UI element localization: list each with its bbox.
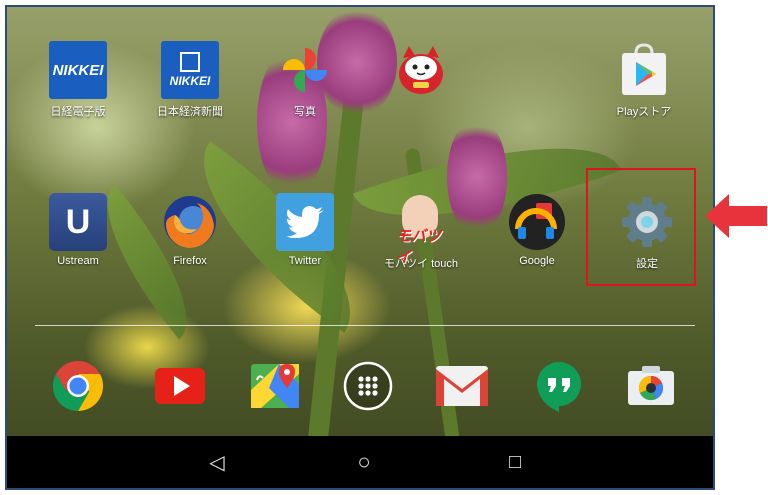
app-twitter[interactable]: Twitter (265, 193, 345, 267)
app-label: Twitter (288, 255, 322, 267)
paper-glyph (180, 52, 200, 72)
chrome-icon (49, 357, 107, 415)
app-label: Firefox (173, 255, 207, 267)
settings-highlight-box (586, 168, 696, 286)
dock-camera[interactable] (611, 357, 691, 415)
app-nikkei-newspaper[interactable]: NIKKEI 日本経済新聞 (150, 41, 230, 119)
gmail-icon (433, 357, 491, 415)
app-mobatsui[interactable]: モバツイ モバツイ touch (381, 193, 461, 271)
play-store-icon (615, 41, 673, 99)
app-label: 日本経済新聞 (157, 106, 223, 118)
youtube-icon (151, 357, 209, 415)
daruma-cat-icon (392, 41, 450, 99)
app-label: 写真 (294, 106, 316, 118)
app-drawer-icon (339, 357, 397, 415)
pointer-arrow-icon (705, 194, 767, 238)
dock-gmail[interactable] (422, 357, 502, 415)
app-play-store[interactable]: Playストア (604, 41, 684, 119)
maps-icon (246, 357, 304, 415)
nikkei-icon: NIKKEI (49, 41, 107, 99)
app-photos[interactable]: 写真 (265, 41, 345, 119)
app-firefox[interactable]: Firefox (150, 193, 230, 267)
firefox-icon (161, 193, 219, 251)
dock-chrome[interactable] (38, 357, 118, 415)
ustream-icon: U (49, 193, 107, 251)
app-daruma-cat[interactable] (381, 41, 461, 103)
navigation-bar: ◁ ○ □ (7, 436, 713, 488)
photos-pinwheel-icon (276, 41, 334, 99)
google-folder-icon (508, 193, 566, 251)
dock-maps[interactable] (235, 357, 315, 415)
dock-divider (35, 325, 695, 326)
nikkei-paper-icon: NIKKEI (161, 41, 219, 99)
dock-app-drawer[interactable] (328, 357, 408, 415)
camera-icon (622, 357, 680, 415)
twitter-bird-icon (276, 193, 334, 251)
dock-youtube[interactable] (140, 357, 220, 415)
app-nikkei-digital[interactable]: NIKKEI 日経電子版 (38, 41, 118, 119)
app-ustream[interactable]: U Ustream (38, 193, 118, 267)
app-google-folder[interactable]: Google (497, 193, 577, 267)
app-label: 日経電子版 (50, 106, 106, 118)
play-triangle (174, 376, 190, 396)
hangouts-icon (530, 357, 588, 415)
youtube-frame (155, 368, 205, 404)
dock-hangouts[interactable] (519, 357, 599, 415)
home-button[interactable]: ○ (334, 436, 394, 488)
app-label: Ustream (57, 255, 99, 267)
app-label: Playストア (616, 106, 672, 118)
app-label: Google (519, 255, 555, 267)
recents-button[interactable]: □ (485, 436, 545, 488)
mobatsui-icon: モバツイ (392, 193, 450, 266)
back-button[interactable]: ◁ (187, 436, 247, 488)
